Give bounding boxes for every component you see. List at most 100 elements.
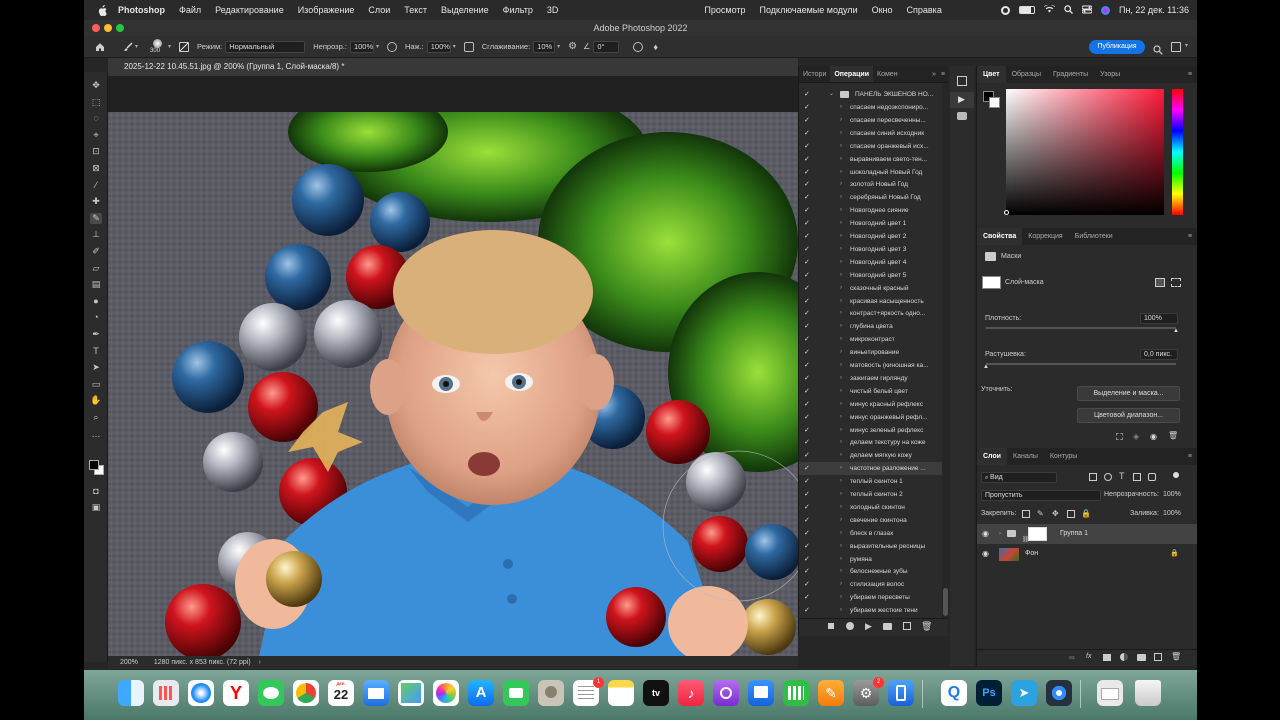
menu-app-name[interactable]: Photoshop [118, 5, 165, 15]
trash-icon[interactable]: 🗑 [1171, 652, 1181, 661]
action-item[interactable]: ✓ › чистый белый цвет [799, 385, 942, 398]
chevron-down-icon[interactable]: ▾ [168, 43, 171, 50]
hand-tool-icon[interactable]: ✋ [90, 395, 102, 406]
trash-icon[interactable]: 🗑 [1168, 431, 1178, 440]
control-center-icon[interactable] [1081, 5, 1093, 16]
layer-row-group[interactable]: ◉ › ⛓ Группа 1 [977, 524, 1197, 544]
angle-field[interactable]: 0° [593, 40, 620, 53]
action-item[interactable]: ✓ › спасаем пересвеченны... [799, 114, 942, 127]
apply-mask-icon[interactable]: ◈ [1133, 432, 1139, 441]
lock-pixels-icon[interactable]: ✎ [1037, 509, 1044, 518]
mode-select[interactable]: Нормальный [225, 40, 306, 53]
canvas-area[interactable] [108, 76, 798, 656]
clock[interactable]: Пн, 22 дек. 11:36 [1119, 5, 1189, 15]
calendar-icon[interactable]: ДЕК. 22 [328, 680, 354, 706]
chevron-right-icon[interactable]: › [840, 372, 842, 385]
search-icon[interactable] [1153, 42, 1163, 60]
record-icon[interactable] [1000, 5, 1010, 15]
chrome-icon[interactable] [293, 680, 319, 706]
action-item[interactable]: ✓ › микроконтраст [799, 333, 942, 346]
document-tab[interactable]: 2025-12-22 10.45.51.jpg @ 200% (Группа 1… [108, 58, 798, 76]
menu-plugins[interactable]: Подключаемые модули [760, 5, 858, 15]
lock-artboard-icon[interactable] [1067, 510, 1075, 518]
action-item[interactable]: ✓ › румяна [799, 553, 942, 566]
filter-shape-icon[interactable] [1133, 473, 1141, 481]
density-field[interactable]: 100% [1140, 313, 1178, 324]
link-layers-icon[interactable]: ∞ [1069, 653, 1075, 662]
action-item[interactable]: ✓ › убираем жесткие тени [799, 604, 942, 617]
keynote-icon[interactable] [748, 680, 774, 706]
action-item[interactable]: ✓ › золотой Новый Год [799, 178, 942, 191]
checkmark-icon[interactable]: ✓ [804, 178, 810, 191]
action-item[interactable]: ✓ › холодный скинтон [799, 501, 942, 514]
gradient-tool-icon[interactable]: ▤ [90, 279, 102, 290]
flow-field[interactable]: 100% [426, 40, 451, 53]
scrollbar-thumb[interactable] [943, 588, 948, 616]
layer-row-background[interactable]: ◉ Фон 🔒 [977, 544, 1197, 564]
checkmark-icon[interactable]: ✓ [804, 462, 810, 475]
new-set-icon[interactable] [883, 623, 892, 630]
action-item[interactable]: ✓ › спасаем недоэкспониро... [799, 101, 942, 114]
qq-browser-icon[interactable]: Q [941, 680, 967, 706]
action-item[interactable]: ✓ › блеск в глазах [799, 527, 942, 540]
checkmark-icon[interactable]: ✓ [804, 398, 810, 411]
chevron-right-icon[interactable]: › [999, 524, 1001, 544]
facetime-icon[interactable] [503, 680, 529, 706]
checkmark-icon[interactable]: ✓ [804, 204, 810, 217]
chevron-right-icon[interactable]: › [840, 166, 842, 179]
vector-mask-icon[interactable] [1171, 278, 1181, 287]
chevron-right-icon[interactable]: › [840, 295, 842, 308]
photo-canvas[interactable] [108, 112, 798, 656]
action-item[interactable]: ✓ › белоснежные зубы [799, 565, 942, 578]
action-item[interactable]: ✓ › теплый скинтон 1 [799, 475, 942, 488]
tab-gradients[interactable]: Градиенты [1047, 66, 1094, 83]
checkmark-icon[interactable]: ✓ [804, 449, 810, 462]
action-set-row[interactable]: ✓ ⌄ ПАНЕЛЬ ЭКШЕНОВ НО... [799, 88, 942, 101]
chevron-down-icon[interactable]: ▾ [557, 43, 560, 50]
color-picker-cursor[interactable] [1004, 210, 1009, 215]
action-item[interactable]: ✓ › зажигаем гирлянду [799, 372, 942, 385]
action-item[interactable]: ✓ › Новогодний цвет 3 [799, 243, 942, 256]
color-field[interactable] [1006, 89, 1164, 215]
siri-icon[interactable] [1100, 5, 1110, 15]
checkmark-icon[interactable]: ✓ [804, 359, 810, 372]
checkmark-icon[interactable]: ✓ [804, 269, 810, 282]
brush-tool-icon[interactable] [123, 42, 133, 52]
checkmark-icon[interactable]: ✓ [804, 307, 810, 320]
panel-menu-icon[interactable]: ≡ [1182, 66, 1197, 83]
clone-stamp-tool-icon[interactable]: ⊥ [90, 229, 102, 240]
chevron-right-icon[interactable]: › [840, 243, 842, 256]
action-item[interactable]: ✓ › Новогодний цвет 2 [799, 230, 942, 243]
frame-tool-icon[interactable]: ⊠ [90, 163, 102, 174]
chevron-right-icon[interactable]: › [840, 488, 842, 501]
panel-menu-icon[interactable]: ≡ [1182, 448, 1197, 465]
checkmark-icon[interactable]: ✓ [804, 475, 810, 488]
contacts-icon[interactable] [538, 680, 564, 706]
eyedropper-tool-icon[interactable]: ⁄ [90, 180, 102, 191]
lock-all-icon[interactable]: 🔒 [1081, 509, 1091, 518]
checkmark-icon[interactable]: ✓ [804, 140, 810, 153]
action-item[interactable]: ✓ › Новогодний цвет 1 [799, 217, 942, 230]
screen-recorder-icon[interactable] [1046, 680, 1072, 706]
tab-libraries[interactable]: Библиотеки [1069, 228, 1119, 245]
shape-tool-icon[interactable]: ▭ [90, 379, 102, 390]
more-tools-icon[interactable]: … [90, 429, 102, 440]
checkmark-icon[interactable]: ✓ [804, 540, 810, 553]
tab-patterns[interactable]: Узоры [1094, 66, 1126, 83]
action-item[interactable]: ✓ › спасаем оранжевый исх... [799, 140, 942, 153]
menu-layers[interactable]: Слои [368, 5, 390, 15]
lasso-tool-icon[interactable]: ◌ [90, 113, 102, 124]
mail-icon[interactable] [363, 680, 389, 706]
action-item[interactable]: ✓ › спасаем синий исходник [799, 127, 942, 140]
checkmark-icon[interactable]: ✓ [804, 424, 810, 437]
background-color-swatch[interactable] [989, 97, 1000, 108]
action-item[interactable]: ✓ › свечение скинтона [799, 514, 942, 527]
fx-icon[interactable]: fx [1086, 653, 1091, 660]
checkmark-icon[interactable]: ✓ [804, 256, 810, 269]
launchpad-icon[interactable] [153, 680, 179, 706]
actions-scrollbar[interactable] [942, 83, 948, 618]
checkmark-icon[interactable]: ✓ [804, 372, 810, 385]
wifi-icon[interactable] [1043, 4, 1055, 15]
blur-tool-icon[interactable]: ● [90, 296, 102, 307]
tab-actions[interactable]: Операции [830, 66, 874, 82]
